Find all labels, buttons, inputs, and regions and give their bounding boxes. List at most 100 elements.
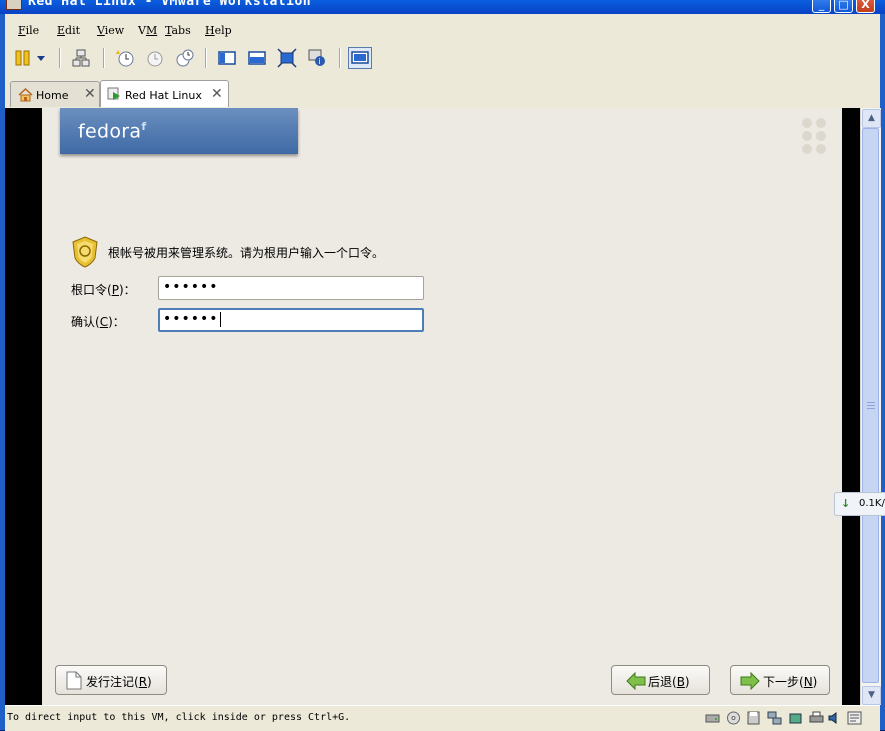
pause-icon[interactable] xyxy=(13,48,33,68)
confirm-password-label-suffix: )： xyxy=(108,315,125,329)
network-speed-badge: ↓ 0.1K/ xyxy=(834,492,885,516)
next-button[interactable]: 下一步(N) xyxy=(730,665,830,695)
anaconda-installer-screen[interactable]: fedoraf 根帐号被用来管理系统。请为根用户输入一个口令。 根口令(P)： … xyxy=(42,108,842,705)
next-label: 下一步(N) xyxy=(763,673,817,690)
back-label-suffix: ) xyxy=(684,675,690,689)
snapshot-take-icon[interactable] xyxy=(115,48,135,68)
confirm-password-value: •••••• xyxy=(163,311,219,327)
fedora-banner: fedoraf xyxy=(60,108,298,154)
toolbar-separator xyxy=(59,48,61,68)
release-notes-label-text: 发行注记( xyxy=(86,675,139,689)
tab-home[interactable]: Home ✕ xyxy=(10,81,100,107)
fedora-logo-mark: f xyxy=(141,120,147,133)
tab-red-hat-linux-label: Red Hat Linux xyxy=(125,89,202,102)
window-titlebar[interactable]: Red Hat Linux - VMware Workstation _ □ X xyxy=(0,0,885,14)
toolbar-separator xyxy=(339,48,341,68)
menu-vm-hotkey: M xyxy=(145,24,158,37)
printer-icon[interactable] xyxy=(809,711,824,725)
download-arrow-icon: ↓ xyxy=(841,497,851,510)
cdrom-icon[interactable] xyxy=(726,711,741,725)
sidebar-view-icon[interactable] xyxy=(217,48,237,68)
arrow-left-icon xyxy=(626,672,646,690)
root-password-instructions: 根帐号被用来管理系统。请为根用户输入一个口令。 xyxy=(108,246,385,260)
scroll-up-button[interactable]: ▲ xyxy=(862,109,881,128)
hard-disk-icon[interactable] xyxy=(705,711,720,725)
summary-icon[interactable]: i xyxy=(307,48,327,68)
confirm-password-label-text: 确认( xyxy=(71,315,100,329)
home-icon xyxy=(18,87,33,102)
toolbar-separator xyxy=(103,48,105,68)
next-label-text: 下一步( xyxy=(763,675,804,689)
root-password-label: 根口令(P)： xyxy=(71,281,136,298)
fedora-logo-text: fedora xyxy=(78,120,142,143)
menu-help-hotkey: H xyxy=(205,24,215,37)
menu-edit-hotkey: E xyxy=(57,24,66,37)
tab-home-label: Home xyxy=(36,89,69,102)
menu-view-hotkey: V xyxy=(97,24,105,37)
status-message: To direct input to this VM, click inside… xyxy=(7,712,351,723)
menu-file-hotkey: F xyxy=(18,24,26,37)
back-label-text: 后退( xyxy=(648,675,677,689)
console-view-icon[interactable] xyxy=(348,47,372,69)
root-password-value: •••••• xyxy=(163,279,219,295)
root-password-label-suffix: )： xyxy=(118,283,136,297)
back-button[interactable]: 后退(B) xyxy=(611,665,710,695)
scroll-down-button[interactable]: ▼ xyxy=(862,686,881,705)
snapshot-revert-icon[interactable] xyxy=(145,48,165,68)
root-password-label-text: 根口令( xyxy=(71,283,112,297)
toolbar-separator xyxy=(205,48,207,68)
vertical-scrollbar[interactable]: ▲ ▼ xyxy=(860,108,881,705)
menu-help-label: elp xyxy=(214,24,232,37)
usb-icon[interactable] xyxy=(788,711,803,725)
release-notes-label-suffix: ) xyxy=(147,675,152,689)
back-label: 后退(B) xyxy=(648,673,690,690)
decorative-dots xyxy=(802,118,830,158)
root-password-hotkey: P xyxy=(111,283,119,297)
menu-vm[interactable]: VM xyxy=(138,24,157,37)
tab-bar: Home ✕ Red Hat Linux ✕ xyxy=(5,74,880,109)
menu-view-label: iew xyxy=(104,24,125,37)
confirm-password-label: 确认(C)： xyxy=(71,313,125,330)
toolbar: i xyxy=(5,42,880,74)
menu-tabs[interactable]: Tabs xyxy=(165,24,191,37)
menu-vm-label: V xyxy=(138,24,146,37)
svg-text:i: i xyxy=(319,57,321,66)
tab-home-close-icon[interactable]: ✕ xyxy=(84,86,96,102)
minimize-button[interactable]: _ xyxy=(812,0,831,13)
sound-icon[interactable] xyxy=(827,711,842,725)
scroll-thumb[interactable] xyxy=(862,128,879,683)
dropdown-icon[interactable] xyxy=(35,48,47,68)
message-log-icon[interactable] xyxy=(847,711,862,725)
confirm-password-hotkey: C xyxy=(99,315,109,329)
menu-tabs-label: abs xyxy=(171,24,191,37)
tab-red-hat-linux-close-icon[interactable]: ✕ xyxy=(211,86,223,102)
confirm-password-input[interactable]: •••••• xyxy=(158,308,424,332)
vm-icon xyxy=(107,87,120,100)
menu-view[interactable]: View xyxy=(97,24,124,37)
network-adapter-icon[interactable] xyxy=(767,711,782,725)
menu-file-label: ile xyxy=(25,24,40,37)
release-notes-button[interactable]: 发行注记(R) xyxy=(55,665,167,695)
menu-bar: File Edit View VM Tabs Help xyxy=(5,14,880,43)
tab-red-hat-linux[interactable]: Red Hat Linux ✕ xyxy=(100,80,229,107)
menu-edit-label: dit xyxy=(65,24,81,37)
root-security-shield-icon xyxy=(72,236,98,268)
menu-help[interactable]: Help xyxy=(205,24,232,37)
menu-file[interactable]: File xyxy=(18,24,39,37)
full-screen-icon[interactable] xyxy=(277,48,297,68)
network-icon[interactable] xyxy=(71,48,91,68)
menu-edit[interactable]: Edit xyxy=(57,24,80,37)
status-bar: To direct input to this VM, click inside… xyxy=(5,705,880,731)
window-title: Red Hat Linux - VMware Workstation xyxy=(28,0,312,9)
floppy-icon[interactable] xyxy=(746,711,761,725)
text-cursor xyxy=(219,311,221,327)
next-label-suffix: ) xyxy=(812,675,818,689)
root-password-input[interactable]: •••••• xyxy=(158,276,424,300)
network-speed-value: 0.1K/ xyxy=(859,498,885,509)
close-window-button[interactable]: X xyxy=(856,0,875,13)
maximize-button[interactable]: □ xyxy=(834,0,853,13)
document-icon xyxy=(66,671,82,690)
snapshot-manager-icon[interactable] xyxy=(175,48,195,68)
quick-switch-icon[interactable] xyxy=(247,48,267,68)
release-notes-label: 发行注记(R) xyxy=(86,673,152,690)
